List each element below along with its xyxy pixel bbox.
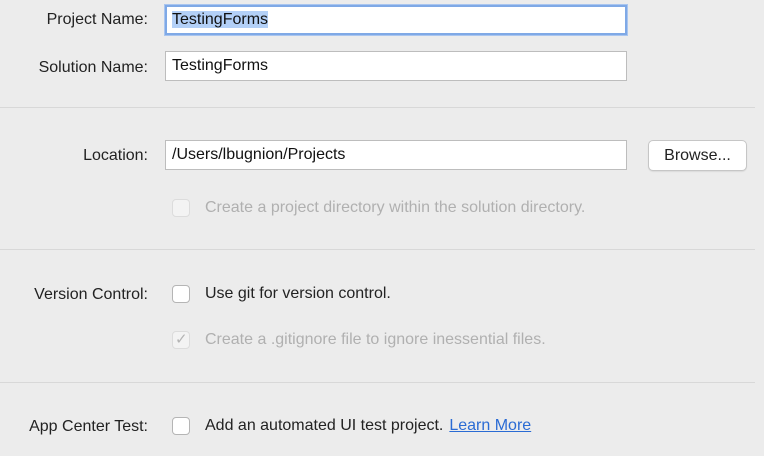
location-input[interactable]: /Users/lbugnion/Projects <box>165 140 627 170</box>
version-control-label: Version Control: <box>34 286 148 303</box>
browse-button[interactable]: Browse... <box>648 140 747 171</box>
new-project-form: Project Name: TestingForms Solution Name… <box>0 0 764 456</box>
add-ui-test-label: Add an automated UI test project. <box>205 417 444 434</box>
use-git-checkbox[interactable] <box>172 285 190 303</box>
solution-name-label: Solution Name: <box>38 59 148 76</box>
add-ui-test-checkbox[interactable] <box>172 417 190 435</box>
location-value: /Users/lbugnion/Projects <box>172 146 346 163</box>
learn-more-link[interactable]: Learn More <box>449 417 531 434</box>
gitignore-checkbox[interactable]: ✓ <box>172 331 190 349</box>
location-label: Location: <box>83 147 148 164</box>
section-divider <box>0 382 755 383</box>
solution-name-input[interactable]: TestingForms <box>165 51 627 81</box>
section-divider <box>0 107 755 108</box>
app-center-test-label: App Center Test: <box>29 418 148 435</box>
project-name-input[interactable]: TestingForms <box>165 5 627 35</box>
create-directory-checkbox[interactable] <box>172 199 190 217</box>
solution-name-value: TestingForms <box>172 57 269 74</box>
gitignore-label: Create a .gitignore file to ignore iness… <box>205 331 546 348</box>
use-git-label: Use git for version control. <box>205 285 391 302</box>
section-divider <box>0 249 755 250</box>
project-name-value: TestingForms <box>172 11 269 28</box>
checkmark-icon: ✓ <box>175 331 188 348</box>
create-directory-label: Create a project directory within the so… <box>205 199 586 216</box>
project-name-label: Project Name: <box>46 11 148 28</box>
add-ui-test-row: Add an automated UI test project. Learn M… <box>205 416 531 436</box>
